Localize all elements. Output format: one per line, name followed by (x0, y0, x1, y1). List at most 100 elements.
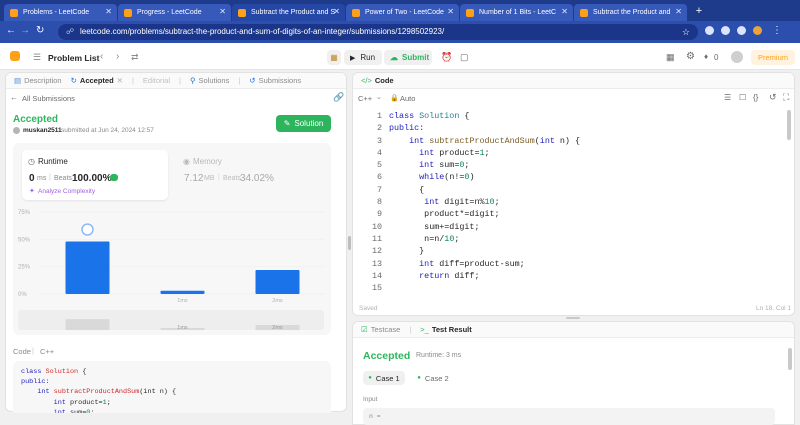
range-slider-label: 1ms (177, 325, 188, 331)
play-icon: ▶ (350, 54, 356, 62)
code-editor[interactable]: class Solution {public: int subtractProd… (389, 110, 725, 294)
extension-icon[interactable] (721, 26, 730, 35)
reload-icon[interactable]: ↻ (36, 25, 44, 36)
tab-submissions[interactable]: Submissions (259, 76, 302, 85)
close-tab-icon[interactable]: ✕ (219, 7, 226, 16)
close-tab-icon[interactable]: ✕ (675, 7, 682, 16)
tab-editorial[interactable]: Editorial (143, 76, 170, 85)
code-token: ; (494, 197, 500, 208)
editor-scrollbar[interactable] (787, 110, 791, 140)
memory-label[interactable]: Memory (193, 157, 222, 166)
new-tab-button[interactable]: + (692, 5, 706, 19)
extension-icon[interactable] (705, 26, 714, 35)
language-tab[interactable]: C++ (40, 347, 54, 356)
back-icon[interactable]: ← (6, 25, 16, 36)
case-2-label: Case 2 (424, 373, 449, 383)
submit-button[interactable]: ☁ Submit (384, 50, 432, 65)
code-token: } (389, 246, 425, 257)
tab-testcase[interactable]: Testcase (371, 325, 401, 334)
next-problem-icon[interactable]: › (116, 51, 119, 62)
editor-title: Code (374, 76, 394, 85)
run-button[interactable]: ▶ Run (344, 50, 382, 65)
case-1-tab[interactable]: ● Case 1 (363, 371, 405, 385)
code-token: Solution (45, 368, 79, 376)
browser-menu-icon[interactable]: ⋮ (772, 25, 782, 36)
close-tab-icon[interactable]: ✕ (333, 7, 340, 16)
fullscreen-icon[interactable]: ⛶ (783, 92, 789, 103)
memory-beats-label: Beats (223, 175, 241, 182)
code-token: { (78, 368, 87, 376)
problem-list-link[interactable]: Problem List (48, 53, 99, 63)
bar (255, 269, 300, 294)
code-token: sum= (65, 408, 87, 413)
code-token: (n!= (444, 172, 465, 183)
result-scrollbar[interactable] (788, 348, 792, 370)
tab-test-result[interactable]: Test Result (432, 325, 472, 334)
url-field[interactable]: ☍ leetcode.com/problems/subtract-the-pro… (58, 24, 698, 40)
language-select[interactable]: C++ (358, 94, 372, 103)
close-tab-icon[interactable]: ✕ (117, 76, 123, 85)
leetcode-logo-icon[interactable] (10, 51, 20, 61)
tab-accepted[interactable]: Accepted (80, 76, 114, 85)
code-token: 10 (484, 197, 495, 208)
browser-tab[interactable]: Subtract the Product and S ✕ (232, 4, 345, 21)
reset-icon[interactable]: ↺ (769, 92, 777, 103)
browser-tab-title: Power of Two - LeetCode (365, 9, 444, 16)
debug-button[interactable]: ▦ (327, 50, 341, 65)
extensions-puzzle-icon[interactable] (737, 26, 746, 35)
layout-icon[interactable]: ▦ (666, 52, 675, 63)
line-number: 7 (376, 184, 382, 195)
browser-tab[interactable]: Power of Two - LeetCode ✕ (346, 4, 459, 21)
case-2-tab[interactable]: ● Case 2 (412, 371, 454, 385)
code-line: sum+=digit; (389, 221, 725, 233)
braces-icon[interactable]: {} (753, 93, 758, 102)
bookmark-star-icon[interactable]: ☆ (682, 24, 690, 40)
link-icon[interactable]: 🔗 (333, 92, 344, 103)
input-label: Input (363, 396, 378, 403)
input-value-box: n = (363, 408, 775, 425)
close-tab-icon[interactable]: ✕ (105, 7, 112, 16)
browser-tab[interactable]: Problems - LeetCode ✕ (4, 4, 117, 21)
settings-gear-icon[interactable]: ⚙ (686, 51, 695, 62)
panel-resize-handle[interactable] (566, 317, 580, 319)
code-line: int sum=0; (21, 408, 331, 413)
profile-avatar-icon[interactable] (753, 26, 762, 35)
premium-button[interactable]: Premium (751, 50, 795, 65)
shuffle-icon[interactable]: ⇄ (131, 52, 139, 63)
username[interactable]: muskan2511 (23, 127, 62, 134)
bar (160, 290, 205, 294)
bookmark-icon[interactable]: ☐ (739, 93, 746, 102)
prev-problem-icon[interactable]: ‹ (100, 51, 103, 62)
close-tab-icon[interactable]: ✕ (561, 7, 568, 16)
chevron-down-icon[interactable]: ⌄ (376, 93, 382, 101)
panel-resize-handle[interactable] (348, 236, 351, 250)
code-token: ; (484, 147, 490, 158)
browser-tab-bar: Problems - LeetCode ✕ Progress - LeetCode ✕… (0, 0, 800, 21)
format-icon[interactable]: ☰ (724, 93, 731, 102)
solution-button[interactable]: ✎ Solution (276, 115, 331, 132)
user-avatar[interactable] (731, 51, 743, 63)
browser-tab[interactable]: Progress - LeetCode ✕ (118, 4, 231, 21)
code-token: class (389, 111, 420, 121)
code-token: subtractProductAndSum (429, 135, 535, 146)
back-arrow-icon[interactable]: ← (10, 93, 18, 102)
analyze-complexity-link[interactable]: Analyze Complexity (38, 188, 95, 195)
code-line: n=n/10; (389, 233, 725, 245)
line-number: 4 (376, 147, 382, 158)
code-tab[interactable]: Code (13, 347, 31, 356)
all-submissions-link[interactable]: All Submissions (22, 94, 75, 103)
memory-beats-value: 34.02% (240, 173, 274, 184)
scrollbar[interactable] (340, 360, 343, 410)
tab-description[interactable]: Description (24, 76, 62, 85)
notes-icon[interactable]: ▢ (460, 52, 469, 63)
auto-mode[interactable]: Auto (400, 94, 415, 103)
tab-solutions[interactable]: Solutions (198, 76, 229, 85)
browser-tab[interactable]: Subtract the Product and ✕ (574, 4, 687, 21)
line-number: 5 (376, 160, 382, 171)
close-tab-icon[interactable]: ✕ (447, 7, 454, 16)
timer-icon[interactable]: ⏰ (441, 52, 452, 63)
browser-tab[interactable]: Number of 1 Bits - LeetC ✕ (460, 4, 573, 21)
forward-icon[interactable]: → (20, 25, 30, 36)
favicon-icon (10, 8, 18, 17)
